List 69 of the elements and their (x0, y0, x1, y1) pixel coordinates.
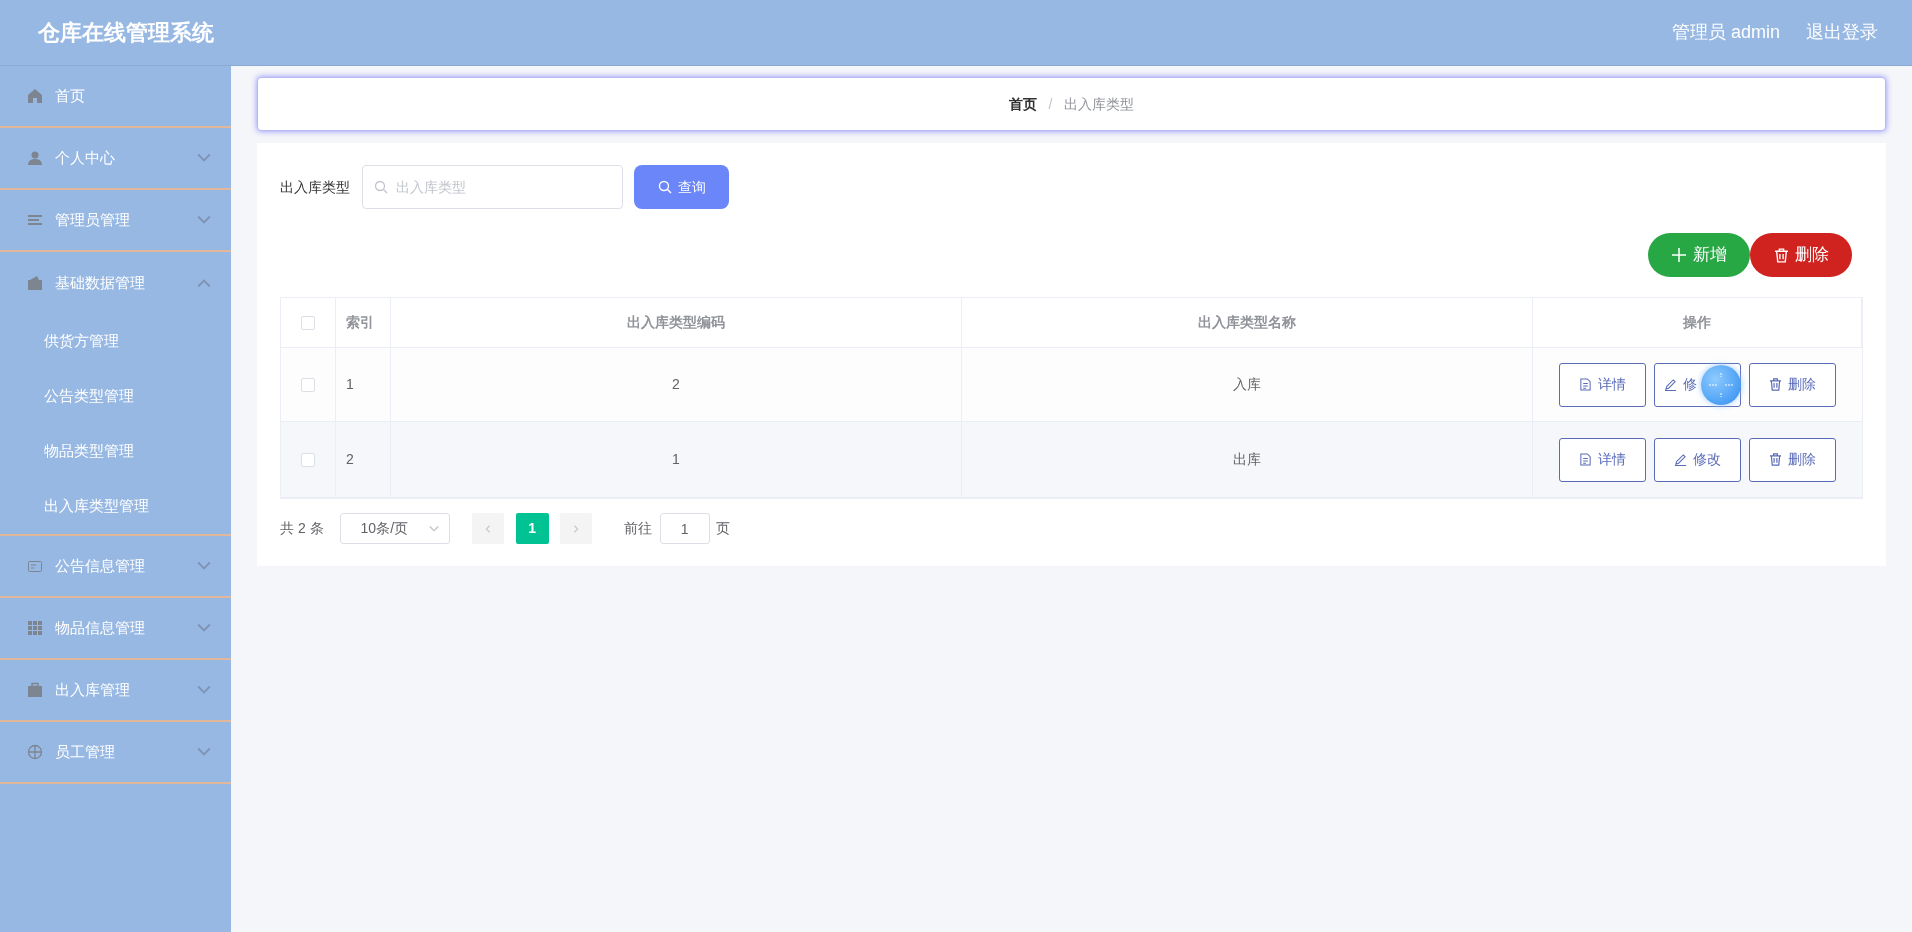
goto-label: 前往 (623, 519, 652, 538)
list-icon (27, 212, 43, 228)
sidebar-item[interactable]: 个人中心 (0, 128, 231, 190)
sidebar-item[interactable]: 员工管理 (0, 722, 231, 784)
floating-button[interactable] (1701, 364, 1741, 405)
sidebar-subitem[interactable]: 公告类型管理 (0, 369, 231, 424)
search-button[interactable]: 查询 (634, 165, 729, 209)
document-icon (1579, 453, 1592, 466)
briefcase-icon (27, 682, 43, 698)
page-size-select[interactable]: 10条/页 (339, 513, 450, 544)
grid-icon (27, 620, 43, 636)
table-cell-text: 2 (672, 375, 680, 394)
sidebar-item[interactable]: 首页 (0, 66, 231, 128)
sidebar-item[interactable]: 出入库管理 (0, 660, 231, 722)
breadcrumb-item: 出入库类型 (1064, 94, 1135, 114)
sidebar-item[interactable]: 基础数据管理 (0, 252, 231, 314)
table-cell-text: 1 (672, 450, 680, 469)
user-name: 管理员 admin (1671, 21, 1780, 44)
pencil-icon (1674, 453, 1687, 466)
table-cell-text: 2 (346, 450, 354, 469)
column-header: 操作 (1683, 313, 1711, 332)
delete-button[interactable]: 删除 (1749, 437, 1836, 482)
total-count: 共 2 条 (280, 519, 324, 538)
column-header: 出入库类型名称 (1198, 313, 1296, 332)
page-unit-label: 页 (715, 519, 730, 538)
delete-button[interactable]: 删除 (1750, 233, 1852, 277)
checkbox[interactable] (301, 377, 315, 392)
delete-button[interactable]: 删除 (1749, 362, 1836, 407)
page-button[interactable]: 1 (515, 513, 549, 544)
column-header: 索引 (346, 313, 374, 332)
trash-icon (1769, 453, 1782, 466)
detail-button[interactable]: 详情 (1559, 362, 1646, 407)
sidebar-item[interactable]: 物品信息管理 (0, 598, 231, 660)
add-button[interactable]: 新增 (1648, 233, 1750, 277)
user-icon (27, 150, 43, 166)
next-page-button[interactable] (559, 513, 592, 544)
card-icon (27, 558, 43, 574)
checkbox[interactable] (301, 315, 315, 330)
breadcrumb-separator: / (1048, 94, 1053, 114)
field-label: 出入库类型 (280, 177, 350, 197)
crosshair-icon (27, 744, 43, 760)
search-icon (657, 180, 672, 194)
breadcrumb-item[interactable]: 首页 (1008, 93, 1037, 115)
checkbox[interactable] (301, 452, 315, 467)
logout-link[interactable]: 退出登录 (1806, 19, 1878, 46)
edit-button[interactable]: 修改 (1654, 437, 1741, 482)
previous-page-button[interactable] (471, 513, 504, 544)
document-icon (1579, 378, 1592, 391)
app-title: 仓库在线管理系统 (38, 19, 214, 47)
table-cell-text: 出库 (1233, 450, 1261, 469)
edit-button[interactable]: 修 (1654, 362, 1741, 407)
sidebar-item[interactable]: 公告信息管理 (0, 536, 231, 598)
plus-icon (1671, 247, 1687, 263)
search-icon (374, 180, 388, 194)
home-icon (27, 88, 43, 104)
search-field[interactable]: 出入库类型 (362, 165, 623, 209)
trash-icon (1773, 247, 1789, 263)
trash-icon (1769, 378, 1782, 391)
chevron-icon (428, 523, 439, 534)
pencil-icon (1664, 378, 1677, 391)
page-input[interactable]: 1 (659, 513, 710, 544)
table-cell-text: 1 (346, 375, 354, 394)
column-header: 出入库类型编码 (627, 313, 725, 332)
table-cell-text: 入库 (1233, 375, 1261, 394)
sidebar-subitem[interactable]: 出入库类型管理 (0, 479, 231, 534)
detail-button[interactable]: 详情 (1559, 437, 1646, 482)
sidebar-subitem[interactable]: 物品类型管理 (0, 424, 231, 479)
sidebar-subitem[interactable]: 供货方管理 (0, 314, 231, 369)
sidebar-item[interactable]: 管理员管理 (0, 190, 231, 252)
